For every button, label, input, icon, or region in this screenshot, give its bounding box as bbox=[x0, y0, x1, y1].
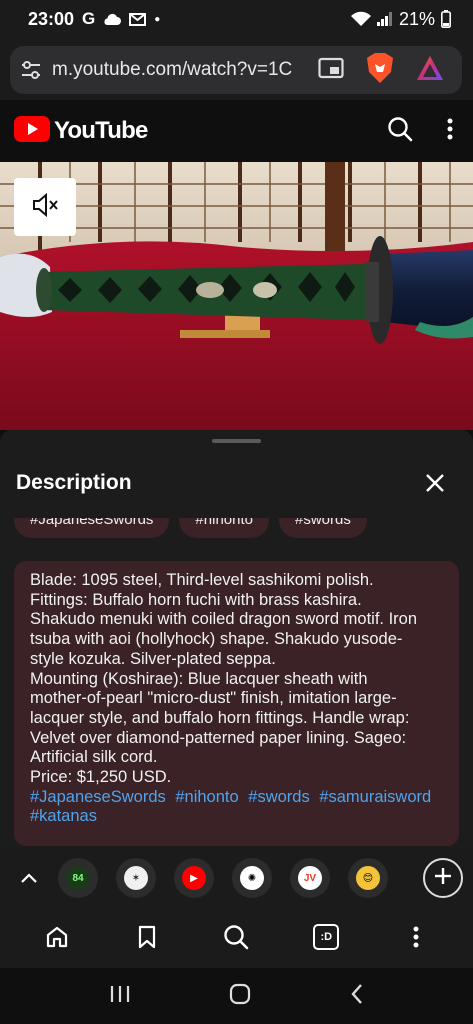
tab-emoji[interactable]: 😊 bbox=[348, 858, 388, 898]
youtube-logo[interactable]: YouTube bbox=[14, 115, 148, 147]
address-bar[interactable]: m.youtube.com/watch?v=1C bbox=[10, 46, 462, 94]
browser-bottom-toolbar: :D bbox=[0, 906, 473, 968]
brave-lion-icon[interactable] bbox=[366, 52, 394, 89]
tab-jv[interactable]: JV bbox=[290, 858, 330, 898]
drag-handle[interactable] bbox=[212, 439, 261, 443]
hashtag-link[interactable]: #JapaneseSwords bbox=[30, 788, 166, 806]
tab-count-label: :D bbox=[313, 924, 340, 950]
browser-toolbar: m.youtube.com/watch?v=1C bbox=[0, 38, 473, 100]
tab-scoreboard[interactable]: 84 bbox=[58, 858, 98, 898]
plus-icon bbox=[433, 866, 453, 891]
tab-emoji-favicon: 😊 bbox=[356, 866, 380, 890]
youtube-play-icon bbox=[14, 115, 50, 147]
video-player[interactable] bbox=[0, 162, 473, 430]
hashtag-links: #JapaneseSwords #nihonto #swords #samura… bbox=[30, 788, 443, 808]
google-g-icon: G bbox=[82, 9, 96, 28]
youtube-logo-text: YouTube bbox=[54, 117, 148, 144]
search-icon[interactable] bbox=[214, 915, 258, 959]
status-bar: 23:00 G ● 21% bbox=[0, 0, 473, 38]
tune-icon[interactable] bbox=[10, 60, 52, 80]
brave-rewards-icon[interactable] bbox=[416, 55, 444, 86]
bookmark-icon[interactable] bbox=[125, 915, 169, 959]
more-vertical-icon[interactable] bbox=[394, 915, 438, 959]
volume-off-icon bbox=[31, 192, 59, 222]
home-icon[interactable] bbox=[35, 915, 79, 959]
description-line: tsuba with aoi (hollyhock) shape. Shakud… bbox=[30, 630, 403, 649]
description-line: Price: $1,250 USD. bbox=[30, 768, 172, 787]
description-line: Artificial silk cord. bbox=[30, 748, 158, 767]
youtube-header: YouTube bbox=[0, 100, 473, 162]
description-header: Description bbox=[0, 458, 473, 508]
hashtag-link[interactable]: #katanas bbox=[30, 807, 97, 825]
description-line: Blade: 1095 steel, Third-level sashikomi… bbox=[30, 571, 374, 589]
back-icon[interactable] bbox=[349, 982, 365, 1011]
tab-youtube-favicon: ▶ bbox=[182, 866, 206, 890]
search-icon[interactable] bbox=[387, 116, 413, 147]
description-line: Fittings: Buffalo horn fuchi with brass … bbox=[30, 590, 362, 609]
tab-stamp-favicon: ✶ bbox=[124, 866, 148, 890]
battery-percent: 21% bbox=[398, 8, 435, 29]
description-line: mother-of-pearl "micro-dust" finish, imi… bbox=[30, 689, 397, 708]
description-line: Mounting (Koshirae): Blue lacquer sheath… bbox=[30, 669, 368, 688]
tab-openai[interactable]: ✺ bbox=[232, 858, 272, 898]
tab-stamp[interactable]: ✶ bbox=[116, 858, 156, 898]
new-tab-button[interactable] bbox=[423, 858, 463, 898]
signal-icon bbox=[376, 12, 393, 26]
hashtag-chip[interactable]: #JapaneseSwords bbox=[14, 518, 170, 538]
tab-scoreboard-favicon: 84 bbox=[66, 866, 90, 890]
url-text[interactable]: m.youtube.com/watch?v=1C bbox=[52, 59, 300, 81]
close-icon[interactable] bbox=[425, 473, 457, 493]
more-vertical-icon[interactable] bbox=[447, 118, 453, 145]
description-line: style kozuka. Silver-plated seppa. bbox=[30, 649, 276, 668]
hashtag-link[interactable]: #swords bbox=[248, 788, 309, 806]
hashtag-links: #katanas bbox=[30, 807, 443, 827]
description-line: Velvet over diamond-patterned paper lini… bbox=[30, 728, 407, 747]
description-line: Shakudo menuki with coiled dragon sword … bbox=[30, 610, 418, 629]
wifi-icon bbox=[350, 11, 371, 27]
tab-openai-favicon: ✺ bbox=[240, 866, 264, 890]
battery-icon bbox=[441, 10, 451, 28]
cloud-icon bbox=[103, 13, 122, 25]
mute-button[interactable] bbox=[14, 178, 76, 236]
android-navigation-bar bbox=[0, 968, 473, 1024]
picture-in-picture-icon[interactable] bbox=[318, 57, 344, 84]
gmail-icon bbox=[129, 12, 147, 26]
chevron-up-icon[interactable] bbox=[0, 872, 58, 884]
hashtag-chips: #JapaneseSwords #nihonto #swords bbox=[14, 518, 367, 546]
tab-jv-favicon: JV bbox=[298, 866, 322, 890]
description-sheet: Description #JapaneseSwords #nihonto #sw… bbox=[0, 430, 473, 850]
description-title: Description bbox=[16, 471, 132, 494]
hashtag-link[interactable]: #nihonto bbox=[175, 788, 238, 806]
tab-youtube[interactable]: ▶ bbox=[174, 858, 214, 898]
home-circle-icon[interactable] bbox=[228, 982, 252, 1011]
description-text: Blade: 1095 steel, Third-level sashikomi… bbox=[14, 561, 459, 846]
recents-icon[interactable] bbox=[109, 984, 131, 1009]
hashtag-link[interactable]: #samuraisword bbox=[319, 788, 431, 806]
description-line: lacquer style, and buffalo horn fittings… bbox=[30, 708, 410, 727]
hashtag-chip[interactable]: #swords bbox=[278, 518, 367, 538]
tab-strip: 84 ✶ ▶ ✺ JV 😊 bbox=[0, 850, 473, 906]
dot-icon: ● bbox=[154, 13, 161, 25]
tab-count-icon[interactable]: :D bbox=[304, 915, 348, 959]
hashtag-chip[interactable]: #nihonto bbox=[179, 518, 269, 538]
status-time: 23:00 bbox=[28, 8, 75, 29]
